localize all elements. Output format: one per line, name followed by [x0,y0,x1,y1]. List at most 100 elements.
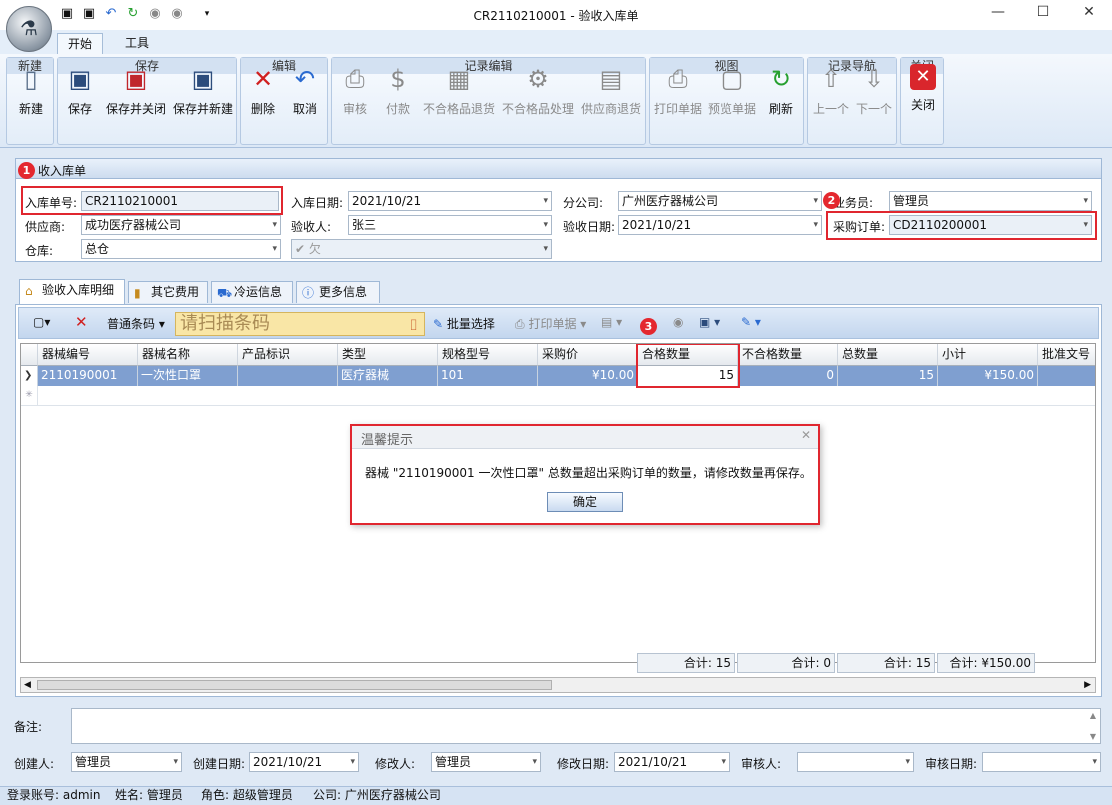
new-button[interactable]: ▯ 新建 [9,62,53,126]
tab-more-info[interactable]: ⓘ 更多信息 [296,281,380,303]
table-cell[interactable]: ¥10.00 [538,366,638,386]
branch-field[interactable]: 广州医疗器械公司 ▾ [618,191,822,211]
supplier-field[interactable]: 成功医疗器械公司 ▾ [81,215,281,235]
modifier-field[interactable]: 管理员 ▾ [431,752,541,772]
column-header[interactable]: 不合格数量 [738,344,838,366]
new-row[interactable] [38,386,1095,406]
table-cell[interactable] [238,366,338,386]
chevron-down-icon[interactable]: ▾ [543,216,548,234]
salesman-field[interactable]: 管理员 ▾ [889,191,1092,211]
nonconforming-return-button[interactable]: ▦ 不合格品退货 [420,62,498,126]
scroll-down-icon[interactable]: ▼ [1090,732,1096,741]
chevron-down-icon[interactable]: ▾ [813,216,818,234]
column-header[interactable]: 总数量 [838,344,938,366]
chevron-down-icon[interactable]: ▾ [350,753,355,771]
tab-receipt-detail[interactable]: ⌂ 验收入库明细 [19,279,125,304]
close-button[interactable]: ✕ 关闭 [903,62,943,126]
scan-input[interactable]: 请扫描条码 ⌷ [175,312,425,336]
next-record-button[interactable]: ⇩ 下一个 [853,62,895,126]
tab-other-fees[interactable]: ▮ 其它费用 [128,281,208,303]
debt-field[interactable]: ✔ 欠 ▾ [291,239,552,259]
save-button[interactable]: ▣ 保存 [62,62,98,126]
close-window-button[interactable]: ✕ [1074,4,1104,24]
save-close-icon[interactable]: ▣ [80,5,98,23]
delete-button[interactable]: ✕ 删除 [243,62,283,126]
cancel-button[interactable]: ↶ 取消 [285,62,325,126]
supplier-return-button[interactable]: ▤ 供应商退货 [578,62,644,126]
previous-record-button[interactable]: ⇧ 上一个 [810,62,852,126]
barcode-mode-select[interactable]: 普通条码 ▾ [107,315,165,332]
settings-icon[interactable]: ✎ ▾ [741,315,761,329]
column-header[interactable]: 产品标识 [238,344,338,366]
chevron-down-icon[interactable]: ▾ [543,192,548,210]
audit-button[interactable]: ⎙ 审核 [334,62,376,126]
chevron-down-icon[interactable]: ▾ [1083,192,1088,210]
print-button[interactable]: ⎙ 打印单据 [652,62,704,126]
tab-cold-chain[interactable]: ⛟ 冷运信息 [211,281,293,303]
table-cell[interactable]: ¥150.00 [938,366,1038,386]
quick-access-dropdown-icon[interactable]: ▾ [198,5,216,23]
down-circle-icon[interactable]: ◉ [673,315,683,329]
table-cell[interactable]: 一次性口罩 [138,366,238,386]
undo-icon[interactable]: ↶ [102,5,120,23]
scroll-thumb[interactable] [37,680,552,690]
column-header[interactable]: 采购价 [538,344,638,366]
remarks-input[interactable]: ▲ ▼ [71,708,1101,744]
copy-icon[interactable]: ▤ ▾ [601,315,622,329]
app-menu-button[interactable]: ⚗ [6,6,52,52]
scroll-right-icon[interactable]: ▶ [1084,678,1091,692]
nonconforming-handle-button[interactable]: ⚙ 不合格品处理 [499,62,577,126]
audit-date-field[interactable]: ▾ [982,752,1101,772]
row-indicator-icon[interactable]: ❯ [21,366,38,386]
creator-field[interactable]: 管理员 ▾ [71,752,182,772]
preview-button[interactable]: ▢ 预览单据 [706,62,758,126]
table-cell[interactable]: 医疗器械 [338,366,438,386]
refresh-icon[interactable]: ↻ [124,5,142,23]
minimize-button[interactable]: — [983,4,1013,24]
create-date-field[interactable]: 2021/10/21 ▾ [249,752,359,772]
table-cell[interactable]: 101 [438,366,538,386]
in-date-field[interactable]: 2021/10/21 ▾ [348,191,552,211]
column-header[interactable]: 器械编号 [38,344,138,366]
print-doc-button[interactable]: ⎙ 打印单据 ▾ [515,315,586,332]
scroll-up-icon[interactable]: ▲ [1090,711,1096,720]
chevron-down-icon[interactable]: ▾ [272,240,277,258]
maximize-button[interactable]: ☐ [1028,4,1058,24]
payment-button[interactable]: $ 付款 [378,62,418,126]
column-header[interactable]: 规格型号 [438,344,538,366]
new-row-marker-icon[interactable]: ✳ [21,386,38,406]
column-header[interactable]: 批准文号 [1038,344,1095,366]
previous-icon[interactable]: ◉ [146,5,164,23]
refresh-button[interactable]: ↻ 刷新 [760,62,802,126]
chevron-down-icon[interactable]: ▾ [543,240,548,258]
tab-home[interactable]: 开始 [57,33,103,54]
save-and-new-button[interactable]: ▣ 保存并新建 [171,62,235,126]
save-and-close-button[interactable]: ▣ 保存并关闭 [102,62,170,126]
scan-icon[interactable]: ⌷ [409,314,418,336]
table-cell[interactable] [1038,366,1095,386]
next-icon[interactable]: ◉ [168,5,186,23]
tab-tools[interactable]: 工具 [114,33,160,54]
table-cell[interactable]: 0 [738,366,838,386]
table-cell[interactable]: 15 [838,366,938,386]
save-icon[interactable]: ▣ [58,5,76,23]
chevron-down-icon[interactable]: ▾ [532,753,537,771]
chevron-down-icon[interactable]: ▾ [173,753,178,771]
table-cell[interactable]: 2110190001 [38,366,138,386]
horizontal-scrollbar[interactable]: ◀ ▶ [20,677,1096,693]
inspect-date-field[interactable]: 2021/10/21 ▾ [618,215,822,235]
warehouse-field[interactable]: 总仓 ▾ [81,239,281,259]
column-header[interactable]: 小计 [938,344,1038,366]
chevron-down-icon[interactable]: ▾ [721,753,726,771]
column-header[interactable]: 类型 [338,344,438,366]
chevron-down-icon[interactable]: ▾ [813,192,818,210]
save-grid-icon[interactable]: ▣ ▾ [699,315,720,329]
delete-row-icon[interactable]: ✕ [75,313,88,331]
batch-select-button[interactable]: ✎ 批量选择 [433,315,495,332]
chevron-down-icon[interactable]: ▾ [905,753,910,771]
chevron-down-icon[interactable]: ▾ [272,216,277,234]
new-row-icon[interactable]: ▢▾ [33,315,50,329]
scroll-left-icon[interactable]: ◀ [24,678,31,692]
chevron-down-icon[interactable]: ▾ [1092,753,1097,771]
column-header[interactable]: 器械名称 [138,344,238,366]
